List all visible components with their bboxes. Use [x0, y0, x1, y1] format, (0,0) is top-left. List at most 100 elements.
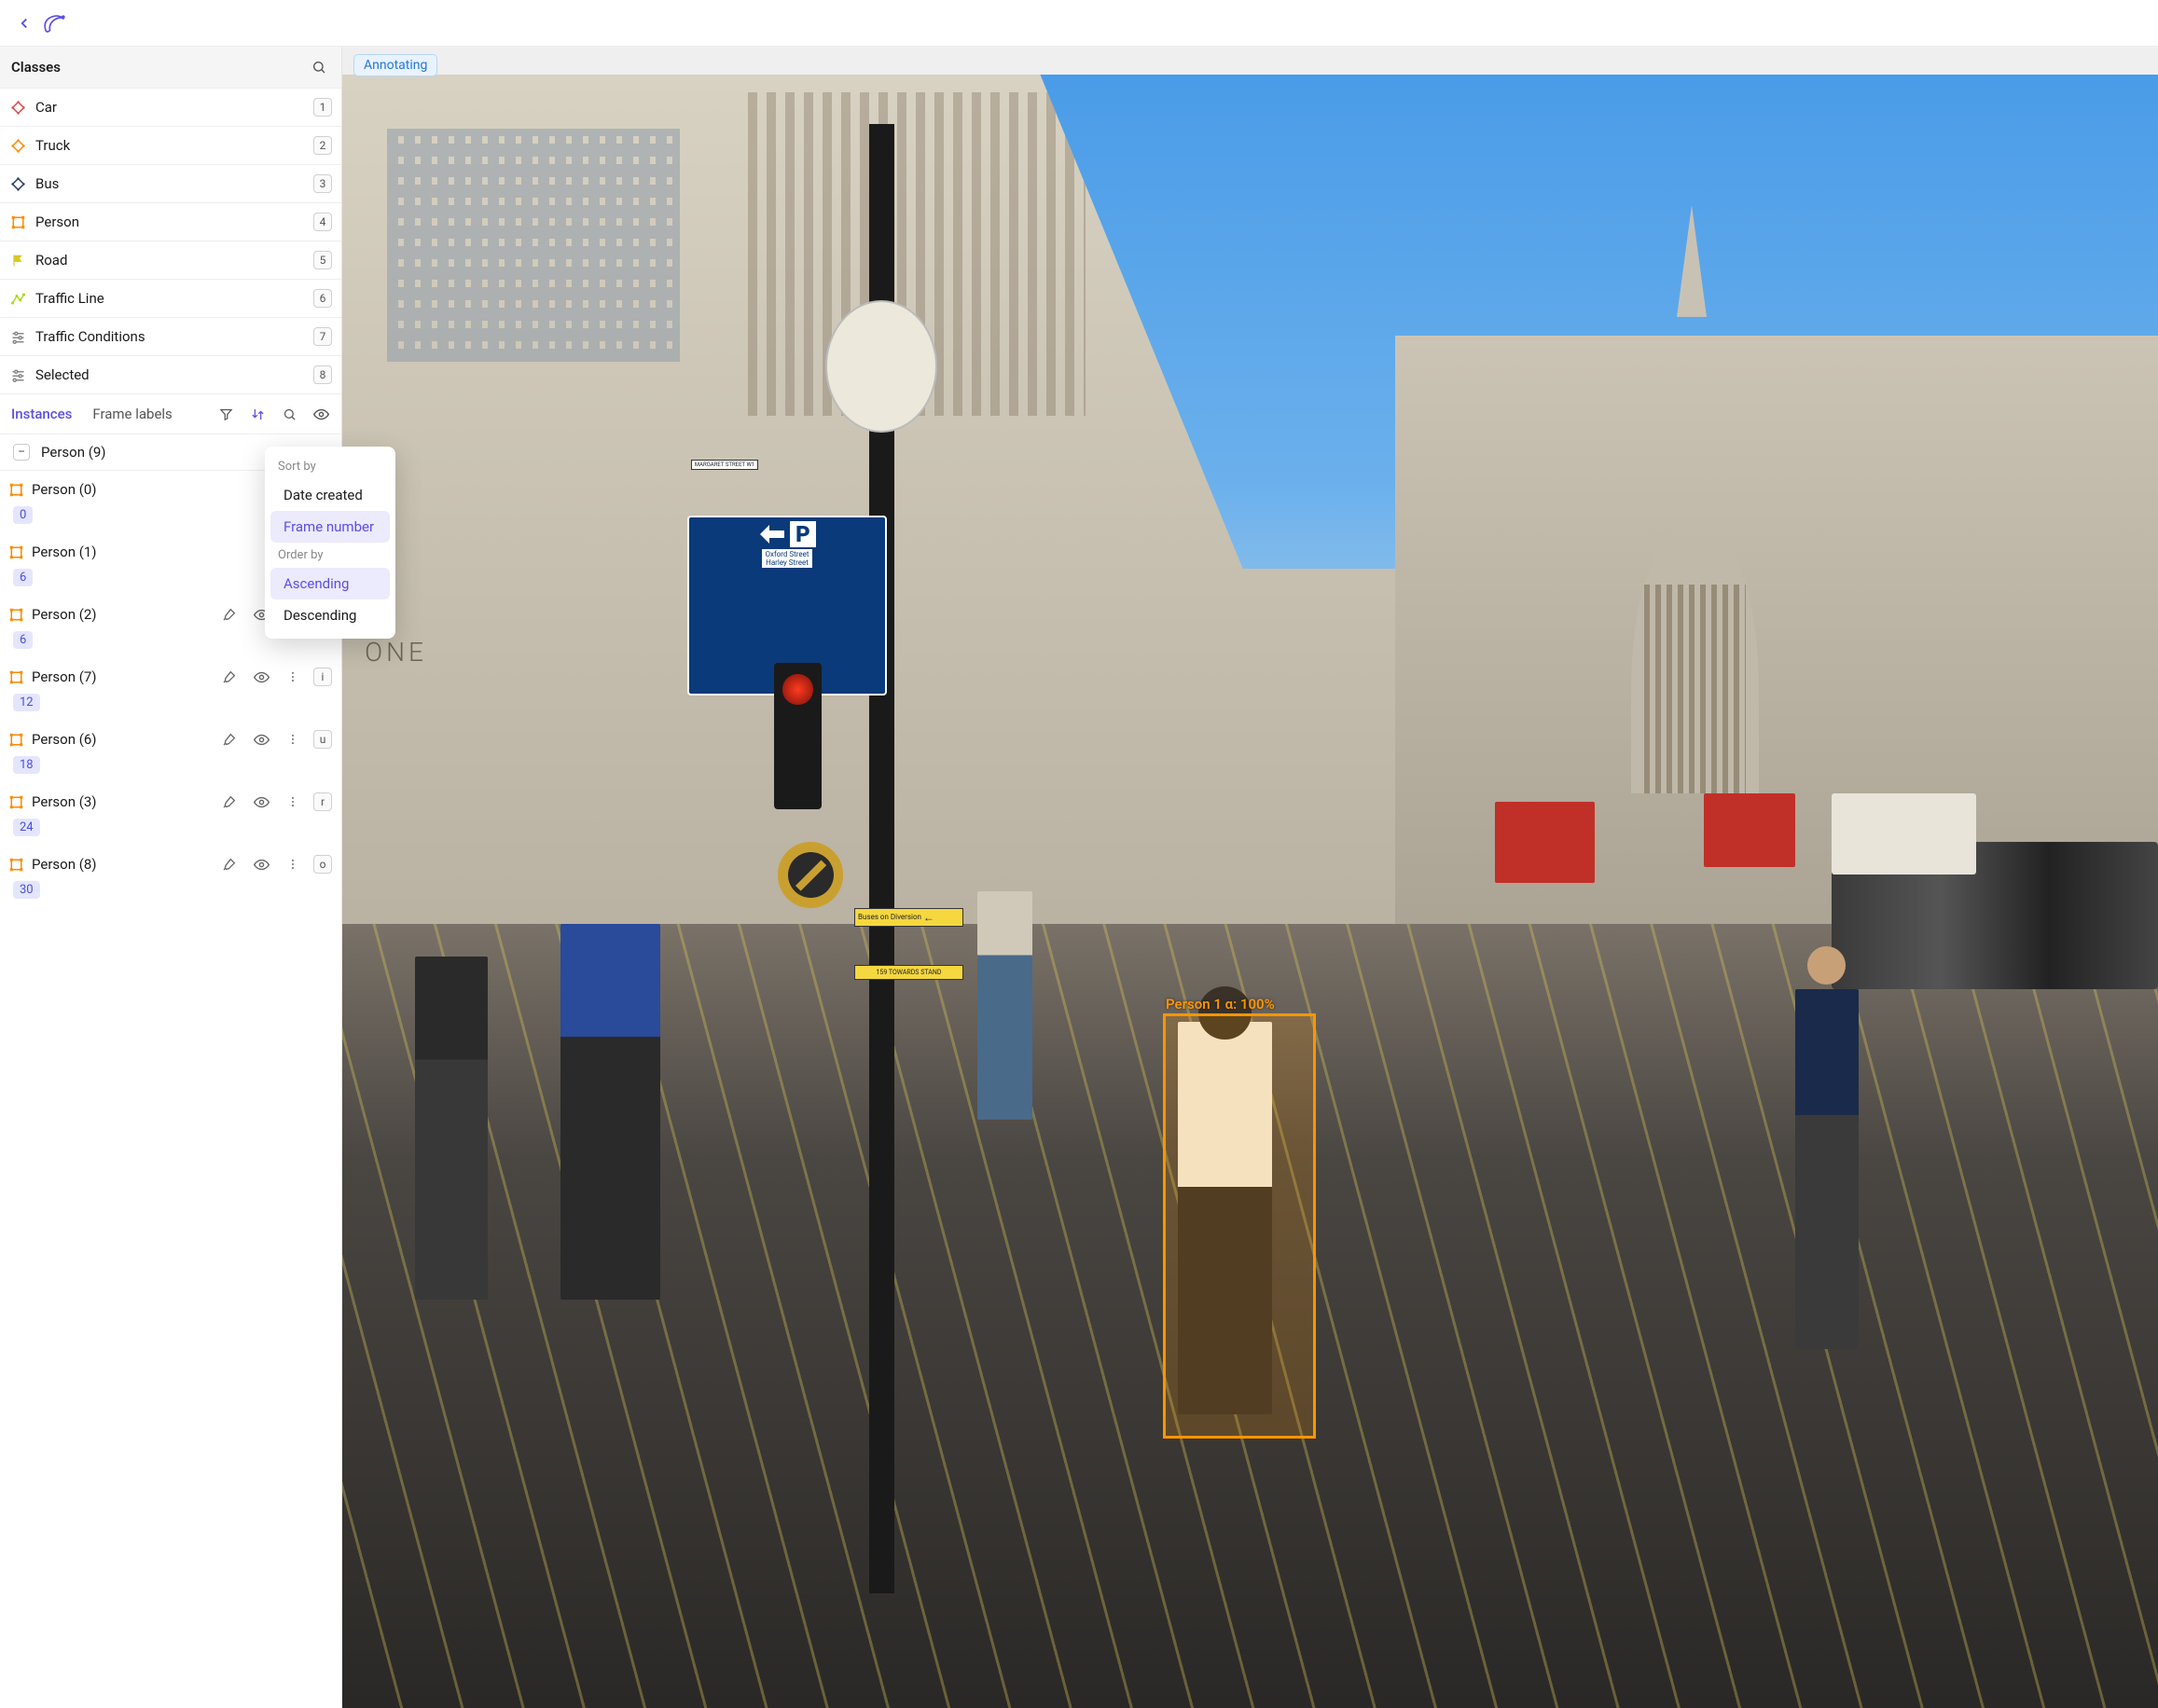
instance-brush-button[interactable] [218, 728, 241, 751]
class-row-car[interactable]: Car1 [0, 89, 341, 127]
sliders-icon [9, 328, 26, 345]
pedestrian [560, 924, 660, 1300]
encord-logo-icon [39, 8, 69, 38]
instance-more-button[interactable] [282, 853, 304, 875]
class-hotkey: 6 [313, 289, 332, 308]
main: Classes Car1Truck2Bus3Person4Road5Traffi… [0, 47, 2158, 1708]
pedestrian [1795, 989, 1859, 1348]
class-row-traffic-conditions[interactable]: Traffic Conditions7 [0, 318, 341, 356]
frame-badge: 6 [13, 631, 33, 649]
instance-visibility-button[interactable] [250, 728, 272, 751]
instance-more-button[interactable] [282, 728, 304, 751]
order-option-descending[interactable]: Descending [270, 599, 390, 631]
frame-badge: 6 [13, 569, 33, 586]
sort-button[interactable] [246, 403, 269, 425]
frame-badge: 18 [13, 756, 40, 774]
frame-badge: 24 [13, 819, 40, 836]
eye-icon [313, 406, 329, 422]
instance-visibility-button[interactable] [250, 666, 272, 688]
visibility-all-button[interactable] [310, 403, 332, 425]
instance-hotkey: u [313, 730, 332, 749]
instance-brush-button[interactable] [218, 853, 241, 875]
class-row-selected[interactable]: Selected8 [0, 356, 341, 394]
filter-button[interactable] [214, 403, 237, 425]
class-hotkey: 1 [313, 98, 332, 117]
class-row-traffic-line[interactable]: Traffic Line6 [0, 280, 341, 318]
class-row-road[interactable]: Road5 [0, 241, 341, 280]
bus-1 [1495, 802, 1595, 884]
class-hotkey: 3 [313, 174, 332, 193]
search-icon [311, 60, 326, 75]
filter-icon [219, 407, 233, 421]
class-row-bus[interactable]: Bus3 [0, 165, 341, 203]
instance-hotkey: r [313, 792, 332, 811]
class-hotkey: 4 [313, 213, 332, 231]
class-label: Person [35, 214, 313, 230]
order-option-ascending[interactable]: Ascending [270, 568, 390, 599]
instance-brush-button[interactable] [218, 791, 241, 813]
instance-hotkey: i [313, 668, 332, 686]
street-lamp [869, 124, 894, 1594]
frame-badge: 30 [13, 881, 40, 899]
instance-row[interactable]: Person (6)u18 [0, 721, 341, 783]
instances-search-button[interactable] [278, 403, 300, 425]
bbox-icon [9, 858, 22, 871]
instance-row[interactable]: Person (3)r24 [0, 783, 341, 846]
yellow-sign-top: Buses on Diversion ← [854, 908, 963, 927]
tab-instances[interactable]: Instances [9, 400, 74, 428]
p-sign: P [790, 521, 816, 547]
sort-option-frame-number[interactable]: Frame number [270, 511, 390, 543]
red-light-icon [782, 674, 812, 704]
frame-badge: 12 [13, 694, 40, 711]
instance-hotkey: o [313, 855, 332, 874]
bus-2 [1704, 793, 1794, 867]
church-spire [1677, 205, 1707, 317]
instance-more-button[interactable] [282, 791, 304, 813]
chevron-left-icon [16, 15, 33, 32]
annotation-bbox-person-1[interactable]: Person 1 α: 100% [1163, 1013, 1316, 1439]
canvas[interactable]: Annotating ONE [342, 47, 2158, 1708]
building-text: ONE [365, 637, 427, 668]
class-list: Car1Truck2Bus3Person4Road5Traffic Line6T… [0, 89, 341, 394]
class-hotkey: 7 [313, 327, 332, 346]
sidebar: Classes Car1Truck2Bus3Person4Road5Traffi… [0, 47, 342, 1708]
collapse-group-button[interactable]: − [13, 444, 30, 461]
bbox-icon [9, 214, 26, 230]
van [1832, 793, 1977, 875]
church-base [1631, 532, 1758, 793]
pedestrian [977, 891, 1031, 1120]
instance-row[interactable]: Person (8) o 30 [0, 846, 341, 908]
scene: ONE [342, 75, 2158, 1708]
group-label: Person (9) [41, 444, 106, 461]
instance-visibility-button[interactable] [250, 791, 272, 813]
tab-frame-labels[interactable]: Frame labels [90, 400, 173, 428]
frame-badge: 0 [13, 506, 33, 524]
lamp-globe-icon [825, 300, 937, 433]
instance-brush-button[interactable] [218, 603, 241, 626]
class-row-person[interactable]: Person4 [0, 203, 341, 241]
order-by-heading: Order by [265, 543, 395, 568]
sort-option-date-created[interactable]: Date created [270, 479, 390, 511]
instance-visibility-button[interactable] [250, 853, 272, 875]
pedestrian [415, 957, 488, 1300]
bbox-icon [9, 795, 22, 808]
class-row-truck[interactable]: Truck2 [0, 127, 341, 165]
class-label: Car [35, 99, 313, 116]
instance-label: Person (8) [32, 856, 209, 873]
class-label: Traffic Line [35, 290, 313, 307]
bbox-icon [9, 733, 22, 746]
sort-icon [251, 407, 265, 421]
no-entry-sign [778, 842, 843, 907]
instance-brush-button[interactable] [218, 666, 241, 688]
topbar [0, 0, 2158, 47]
bbox-icon [9, 483, 22, 496]
status-chip: Annotating [353, 54, 437, 76]
bbox-icon [9, 608, 22, 621]
instance-more-button[interactable] [282, 666, 304, 688]
class-label: Truck [35, 137, 313, 154]
instance-row[interactable]: Person (7) i 12 [0, 658, 341, 721]
back-button[interactable] [11, 10, 37, 36]
sort-by-heading: Sort by [265, 454, 395, 479]
instance-label: Person (7) [32, 668, 209, 685]
classes-search-button[interactable] [308, 56, 330, 78]
